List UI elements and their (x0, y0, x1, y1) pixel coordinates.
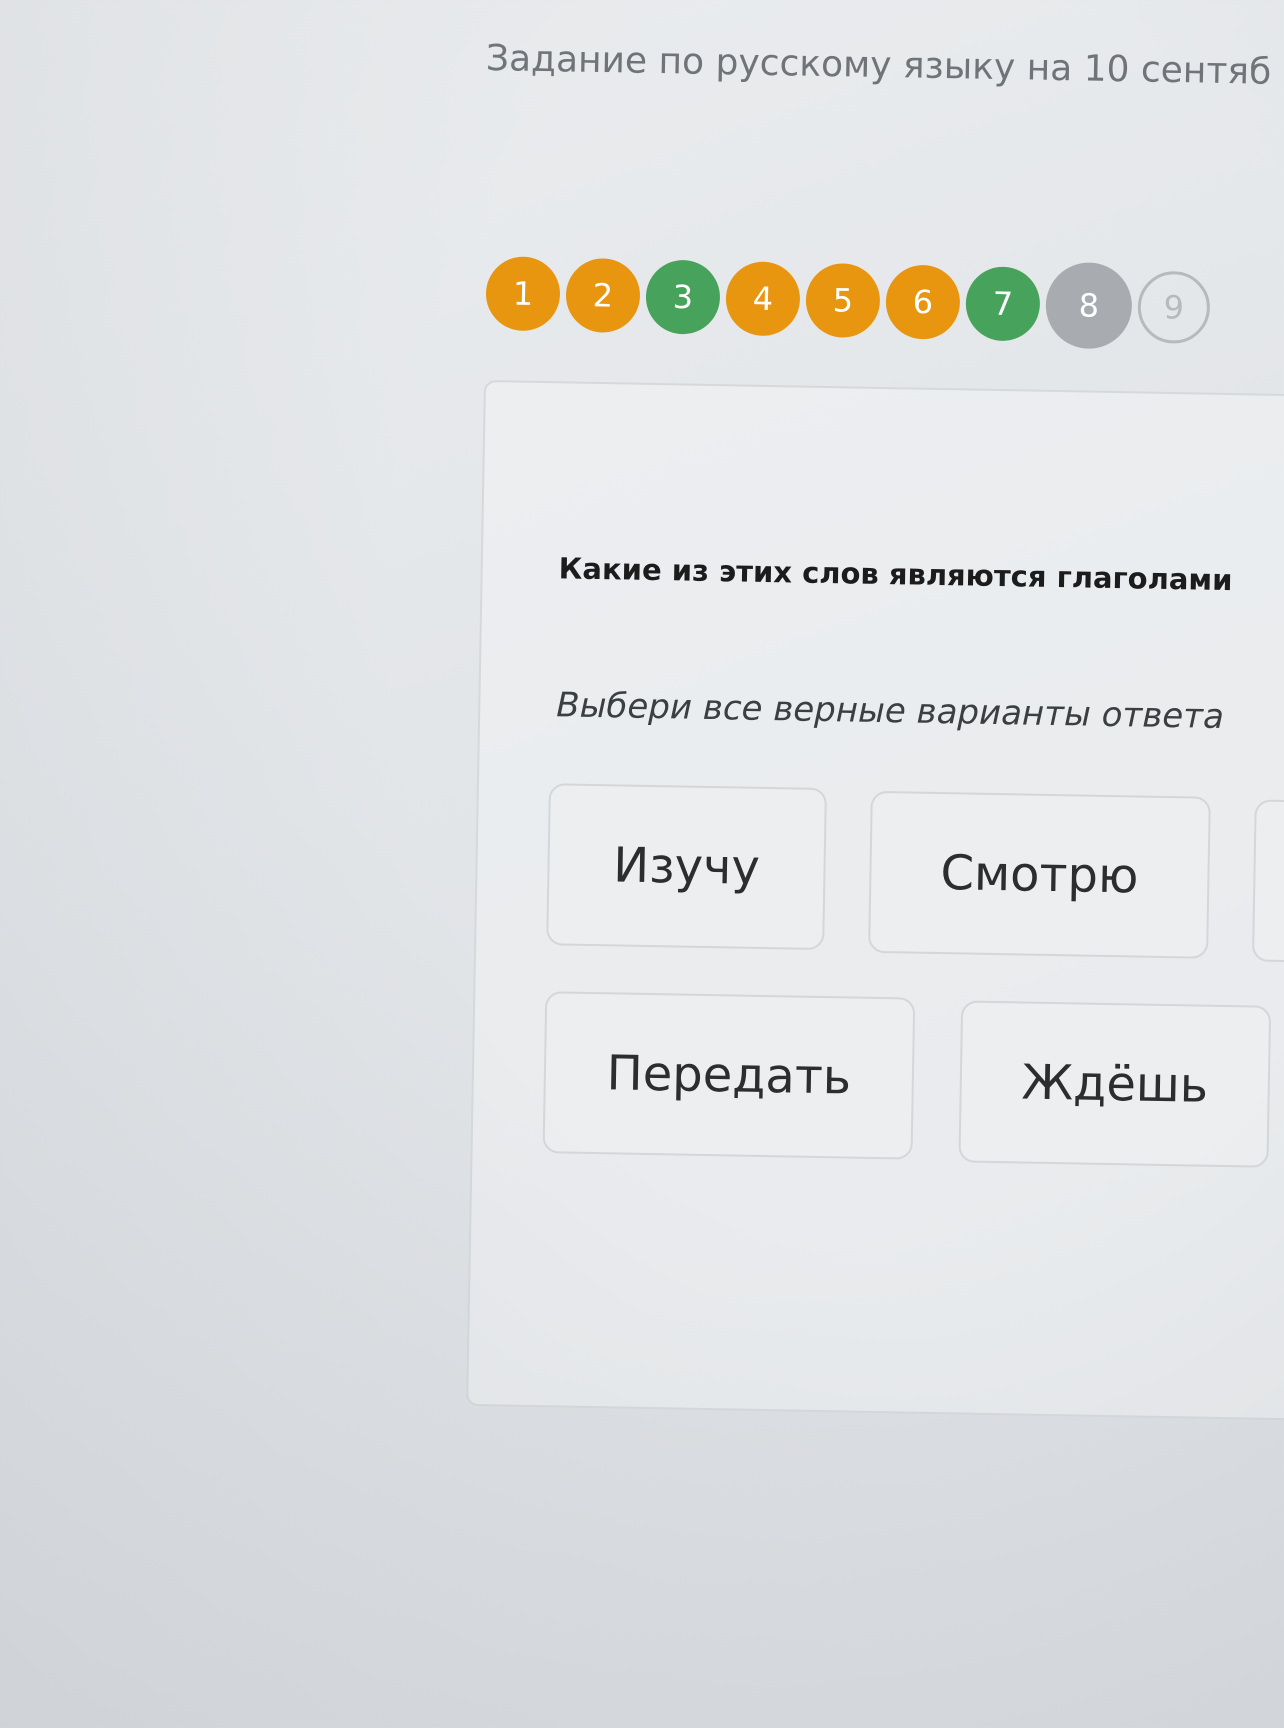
answer-option-peredat[interactable]: Передать (542, 991, 916, 1160)
answer-option-zhdyosh[interactable]: Ждёшь (958, 1000, 1272, 1168)
step-3[interactable]: 3 (645, 259, 721, 335)
answer-option-smotryu[interactable]: Смотрю (868, 790, 1211, 959)
step-1[interactable]: 1 (485, 256, 561, 332)
question-card: Какие из этих слов являются глаголами Вы… (466, 380, 1284, 1421)
page-title: Задание по русскому языку на 10 сентяб (485, 38, 1272, 93)
question-progress: 1 2 3 4 5 6 7 8 9 (485, 250, 1211, 351)
step-7[interactable]: 7 (965, 266, 1041, 342)
step-4[interactable]: 4 (725, 261, 801, 337)
step-8-current[interactable]: 8 (1044, 261, 1133, 350)
question-text: Какие из этих слов являются глаголами (558, 551, 1233, 598)
step-6[interactable]: 6 (885, 264, 961, 340)
answer-option-cut-off[interactable] (1251, 799, 1284, 964)
step-9[interactable]: 9 (1137, 270, 1211, 345)
step-2[interactable]: 2 (565, 257, 641, 334)
answer-option-izuchu[interactable]: Изучу (546, 783, 827, 951)
step-5[interactable]: 5 (805, 262, 881, 339)
instruction-text: Выбери все верные варианты ответа (555, 685, 1225, 737)
